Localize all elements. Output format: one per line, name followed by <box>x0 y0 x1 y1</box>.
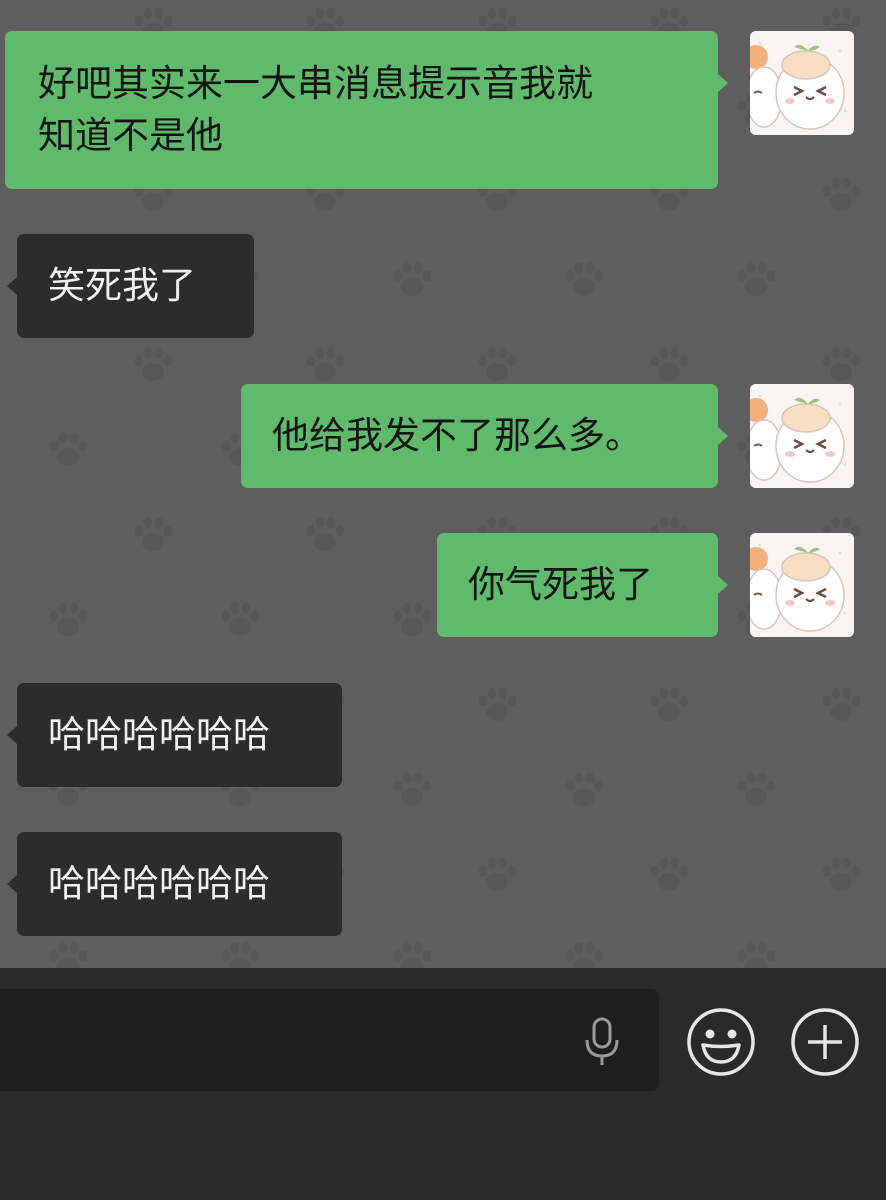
bubble-tail <box>7 875 17 893</box>
message-text: 笑死我了 <box>48 264 196 307</box>
paw-print-icon <box>733 939 779 968</box>
paw-print-icon <box>474 854 520 894</box>
bubble-tail <box>7 277 17 295</box>
message-text: 你气死我了 <box>468 563 653 606</box>
message-bubble-incoming[interactable]: 笑死我了 <box>17 234 254 338</box>
paw-print-icon <box>217 939 263 968</box>
paw-print-icon <box>45 939 91 968</box>
paw-print-icon <box>217 599 263 639</box>
my-avatar[interactable] <box>750 384 854 488</box>
paw-print-icon <box>389 259 435 299</box>
paw-print-icon <box>561 939 607 968</box>
emoji-icon[interactable] <box>686 1007 756 1077</box>
paw-print-icon <box>130 514 176 554</box>
paw-print-icon <box>389 939 435 968</box>
message-bubble-incoming[interactable]: 哈哈哈哈哈哈 <box>17 683 342 787</box>
paw-print-icon <box>561 769 607 809</box>
paw-print-icon <box>474 684 520 724</box>
paw-print-icon <box>733 259 779 299</box>
my-avatar[interactable] <box>750 31 854 135</box>
paw-print-icon <box>646 344 692 384</box>
bubble-tail <box>718 74 728 92</box>
paw-print-icon <box>389 769 435 809</box>
paw-print-icon <box>646 684 692 724</box>
message-text: 哈哈哈哈哈哈 <box>48 862 270 905</box>
paw-print-icon <box>389 599 435 639</box>
paw-print-icon <box>818 344 864 384</box>
microphone-icon[interactable] <box>580 1016 624 1068</box>
paw-print-icon <box>302 514 348 554</box>
bubble-tail <box>7 726 17 744</box>
paw-print-icon <box>818 174 864 214</box>
bubble-tail <box>718 427 728 445</box>
bubble-tail <box>718 576 728 594</box>
paw-print-icon <box>45 429 91 469</box>
paw-print-icon <box>45 599 91 639</box>
message-bubble-incoming[interactable]: 哈哈哈哈哈哈 <box>17 832 342 936</box>
paw-print-icon <box>646 854 692 894</box>
paw-print-icon <box>561 259 607 299</box>
paw-print-icon <box>733 769 779 809</box>
plus-icon[interactable] <box>790 1007 860 1077</box>
paw-print-icon <box>818 854 864 894</box>
my-avatar[interactable] <box>750 533 854 637</box>
paw-print-icon <box>818 684 864 724</box>
paw-print-icon <box>474 344 520 384</box>
message-bubble-outgoing[interactable]: 好吧其实来一大串消息提示音我就 知道不是他 <box>5 31 718 189</box>
message-bubble-outgoing[interactable]: 你气死我了 <box>437 533 718 637</box>
paw-print-icon <box>302 344 348 384</box>
message-text: 他给我发不了那么多。 <box>272 414 642 457</box>
message-input[interactable] <box>0 989 659 1091</box>
message-bubble-outgoing[interactable]: 他给我发不了那么多。 <box>241 384 718 488</box>
message-text-line: 好吧其实来一大串消息提示音我就 <box>38 62 593 105</box>
message-text-line: 知道不是他 <box>38 114 223 157</box>
message-text: 哈哈哈哈哈哈 <box>48 713 270 756</box>
paw-print-icon <box>130 344 176 384</box>
